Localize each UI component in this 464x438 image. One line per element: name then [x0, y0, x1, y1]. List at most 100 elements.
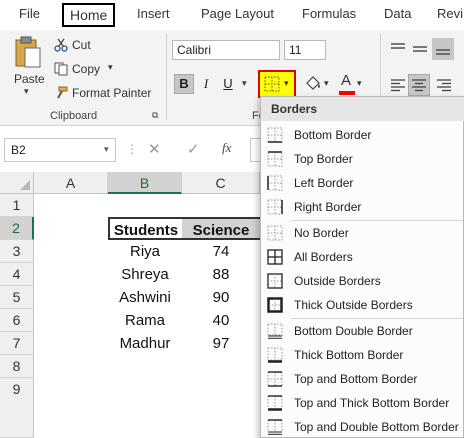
column-header-b[interactable]: B	[108, 172, 182, 194]
fill-color-button[interactable]: ▾	[304, 72, 334, 98]
menu-item-thick-bottom-border[interactable]: Thick Bottom Border	[261, 343, 464, 367]
row-header[interactable]: 4	[0, 263, 34, 286]
tab-file[interactable]: File	[19, 6, 40, 21]
row-header[interactable]: 9	[0, 378, 34, 438]
top-border-icon	[267, 151, 283, 167]
menu-item-top-and-bottom-border[interactable]: Top and Bottom Border	[261, 367, 464, 391]
font-name-input[interactable]: Calibri	[172, 40, 280, 60]
menu-item-top-and-thick-bottom-border[interactable]: Top and Thick Bottom Border	[261, 391, 464, 415]
table-row-score[interactable]: 88	[182, 263, 260, 286]
cell-c2[interactable]: Science	[182, 217, 260, 240]
menu-item-top-border[interactable]: Top Border	[261, 147, 464, 171]
row-header[interactable]: 7	[0, 332, 34, 355]
row-header[interactable]: 3	[0, 240, 34, 263]
font-size-value: 11	[289, 43, 302, 57]
menu-item-no-border[interactable]: No Border	[261, 221, 464, 245]
font-size-input[interactable]: 11	[284, 40, 326, 60]
no-border-icon	[267, 225, 283, 241]
copy-button[interactable]: Copy ▾	[54, 60, 124, 78]
menu-item-label: Outside Borders	[294, 274, 381, 288]
menu-item-label: Top and Thick Bottom Border	[294, 396, 450, 410]
table-row-student[interactable]: Rama	[108, 309, 182, 332]
borders-icon	[264, 76, 280, 92]
row-header[interactable]: 8	[0, 355, 34, 378]
ribbon-tab-bar: File Home Insert Page Layout Formulas Da…	[0, 0, 464, 30]
row-header[interactable]: 6	[0, 309, 34, 332]
table-row-score[interactable]: 90	[182, 286, 260, 309]
outside-borders-icon	[267, 273, 283, 289]
table-row-student[interactable]: Ashwini	[108, 286, 182, 309]
row-header-label: 9	[12, 381, 21, 397]
select-all-icon	[20, 180, 30, 190]
underline-button[interactable]: U	[218, 74, 238, 94]
paste-button[interactable]: Paste ▾	[8, 36, 48, 100]
font-name-value: Calibri	[177, 43, 212, 57]
thick-outside-borders-icon	[267, 297, 283, 313]
menu-item-thick-outside-borders[interactable]: Thick Outside Borders	[261, 293, 464, 317]
tab-data[interactable]: Data	[384, 6, 411, 21]
format-painter-icon	[57, 86, 68, 99]
check-icon[interactable]: ✓	[187, 140, 200, 158]
tab-review[interactable]: Revi	[437, 6, 463, 21]
cell-b2[interactable]: Students	[108, 217, 182, 240]
chevron-down-icon[interactable]: ▾	[104, 144, 109, 155]
tab-formulas[interactable]: Formulas	[302, 6, 356, 21]
column-header-a[interactable]: A	[34, 172, 108, 194]
menu-item-label: Bottom Double Border	[294, 324, 413, 338]
select-all-corner[interactable]	[0, 172, 34, 194]
table-row-student[interactable]: Madhur	[108, 332, 182, 355]
name-box[interactable]: B2	[4, 138, 116, 162]
menu-item-right-border[interactable]: Right Border	[261, 195, 464, 219]
tab-insert[interactable]: Insert	[137, 6, 170, 21]
copy-label: Copy	[72, 62, 101, 76]
all-borders-icon	[267, 249, 283, 265]
align-bottom-button[interactable]	[432, 38, 454, 60]
menu-item-top-and-double-bottom-border[interactable]: Top and Double Bottom Border	[261, 415, 464, 438]
font-color-button[interactable]: A ▾	[338, 72, 366, 98]
column-header-c[interactable]: C	[182, 172, 260, 194]
table-row-score[interactable]: 97	[182, 332, 260, 355]
chevron-down-icon[interactable]: ▾	[108, 62, 113, 73]
tab-page-layout[interactable]: Page Layout	[201, 6, 274, 21]
table-row-student[interactable]: Shreya	[108, 263, 182, 286]
align-left-icon[interactable]	[390, 78, 406, 92]
align-bottom-icon	[436, 49, 450, 55]
chevron-down-icon[interactable]: ▾	[24, 86, 29, 97]
row-header[interactable]: 1	[0, 194, 34, 217]
chevron-down-icon: ▾	[284, 78, 289, 88]
format-painter-button[interactable]: Format Painter	[54, 84, 154, 102]
align-right-icon[interactable]	[436, 78, 452, 92]
borders-menu-title: Borders	[261, 97, 464, 121]
menu-item-label: Thick Bottom Border	[294, 348, 404, 362]
cut-label: Cut	[72, 38, 91, 52]
formula-input[interactable]	[250, 138, 260, 162]
chevron-down-icon[interactable]: ▾	[242, 78, 247, 89]
tab-home[interactable]: Home	[62, 3, 116, 27]
row-header[interactable]: 2	[0, 217, 34, 240]
table-row-score[interactable]: 74	[182, 240, 260, 263]
insert-function-button[interactable]: fx	[222, 140, 231, 156]
chevron-down-icon[interactable]: ▾	[324, 78, 329, 89]
menu-item-label: Thick Outside Borders	[294, 298, 413, 312]
cancel-icon[interactable]: ✕	[148, 140, 161, 158]
menu-item-all-borders[interactable]: All Borders	[261, 245, 464, 269]
chevron-down-icon[interactable]: ▾	[357, 78, 362, 89]
menu-item-left-border[interactable]: Left Border	[261, 171, 464, 195]
row-header[interactable]: 5	[0, 286, 34, 309]
menu-item-outside-borders[interactable]: Outside Borders	[261, 269, 464, 293]
cut-button[interactable]: Cut	[54, 36, 114, 54]
table-row-student[interactable]: Riya	[108, 240, 182, 263]
align-center-button[interactable]	[408, 74, 430, 96]
menu-item-bottom-double-border[interactable]: Bottom Double Border	[261, 319, 464, 343]
copy-icon	[54, 62, 68, 76]
dialog-launcher-icon[interactable]: ⧉	[152, 110, 158, 121]
bold-button[interactable]: B	[174, 74, 194, 94]
align-middle-icon[interactable]	[412, 42, 428, 56]
menu-item-bottom-border[interactable]: Bottom Border	[261, 123, 464, 147]
italic-button[interactable]: I	[196, 74, 216, 94]
menu-item-label: Top and Bottom Border	[294, 372, 418, 386]
resize-handle-icon[interactable]: ⋮	[126, 142, 139, 156]
align-top-icon[interactable]	[390, 42, 406, 56]
borders-button[interactable]: ▾	[258, 70, 296, 98]
table-row-score[interactable]: 40	[182, 309, 260, 332]
